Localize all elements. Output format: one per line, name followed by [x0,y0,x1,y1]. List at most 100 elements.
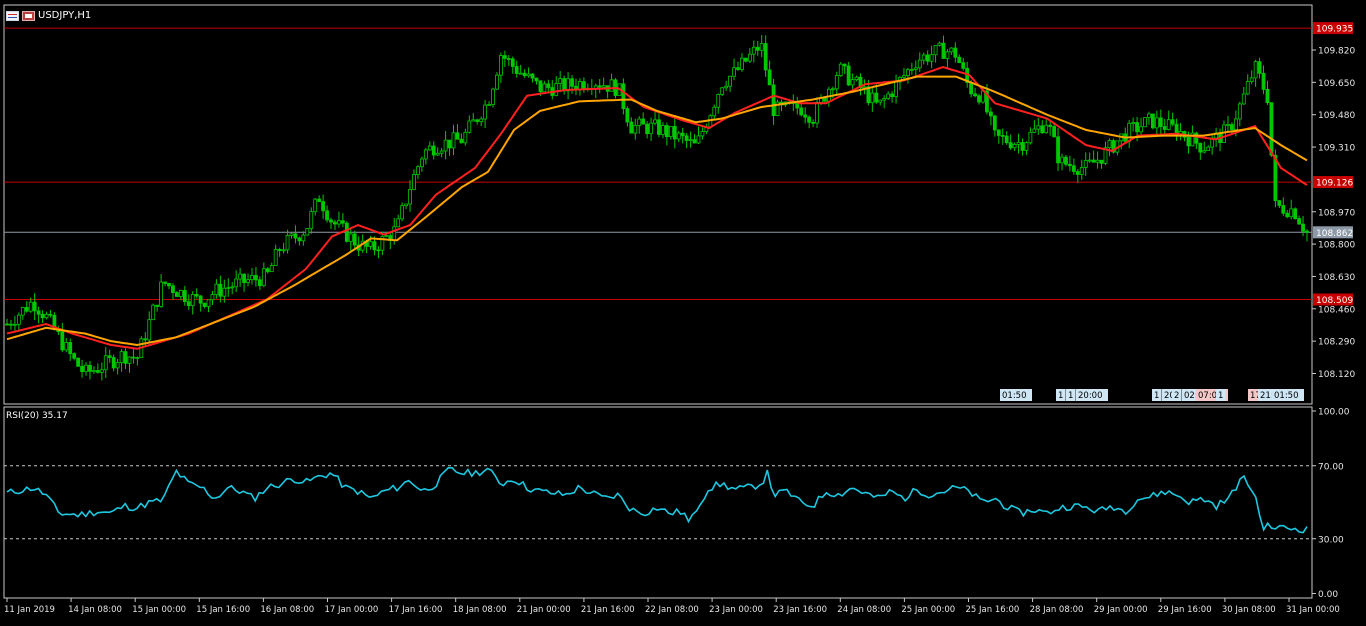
candle-body [24,307,29,312]
ma-fast-line [6,66,1308,350]
candle-body [834,75,839,90]
price-tick-label: 108.120 [1318,370,1355,380]
candle-body [238,273,243,280]
candle-body [1052,126,1057,138]
candle-body [1040,125,1045,134]
candle-body [803,114,808,118]
candle-body [171,285,175,294]
candle-body [214,283,219,295]
candle-body [400,205,405,220]
chart-canvas[interactable]: 109.820 109.650 109.480 109.310 108.970 108.8… [0,0,1366,622]
candle-body [807,116,812,123]
candle-body [597,85,602,88]
candle-body [878,99,883,103]
candle-body [230,286,235,289]
candle-body [526,73,531,77]
candle-body [337,220,341,225]
chart-icon[interactable] [22,10,35,21]
price-tick-label: 109.310 [1318,144,1355,154]
candle-body [696,135,701,144]
price-tick-label: 109.650 [1318,79,1355,89]
candle-body [1024,142,1029,151]
candle-body [1222,124,1226,143]
candle-body [510,58,515,67]
candle-body [902,75,906,78]
candle-body [455,132,460,140]
candle-body [538,80,543,93]
candle-body [313,198,318,213]
candle-body [36,310,41,315]
candle-body [751,46,756,55]
candle-body [629,121,634,134]
time-tag-text: 21: [1260,391,1274,401]
candle-body [412,174,416,190]
candle-body [1162,126,1167,130]
candle-body [1289,208,1294,218]
candle-body [206,299,211,307]
candle-body [1087,159,1092,162]
candle-body [190,293,195,307]
candle-body [909,69,914,71]
candle-body [273,249,278,266]
candle-body [28,301,33,312]
candle-body [333,221,337,225]
candle-body [257,279,262,287]
price-tick-label: 109.820 [1318,47,1355,57]
candle-body [747,53,752,62]
time-tag-text: 1 [1218,391,1223,401]
candle-body [672,125,677,140]
price-tick-label: 108.800 [1318,241,1355,251]
candle-body [933,44,938,56]
price-label-text: 108.862 [1316,229,1353,239]
time-tick-label: 30 Jan 08:00 [1222,605,1276,615]
chart-window[interactable]: 109.820 109.650 109.480 109.310 108.970 108.8… [0,0,1366,622]
candle-body [759,43,764,51]
candle-body [20,307,25,316]
candle-body [578,81,582,91]
candle-body [637,118,642,126]
candle-body [522,72,527,77]
candle-body [242,273,246,283]
candle-body [202,302,207,307]
candle-body [633,124,638,134]
candle-body [285,234,290,251]
candle-body [925,54,930,62]
candle-body [799,107,804,116]
candle-body [661,125,665,135]
price-label-text: 109.935 [1316,25,1353,35]
candle-body [344,222,349,242]
candle-body [115,362,120,369]
candle-body [1170,119,1175,125]
candle-body [419,158,424,168]
candle-body [175,292,179,297]
candle-body [700,131,705,137]
candle-body [1135,122,1139,133]
candle-body [123,351,128,364]
candle-body [340,220,345,224]
candle-body [1147,113,1151,118]
candle-body [1056,136,1060,164]
candle-body [76,357,81,367]
candle-body [1028,131,1033,144]
time-tag-text: 1 [1058,391,1063,401]
candle-body [514,66,519,74]
candle-body [384,235,389,237]
candle-body [609,79,614,92]
candle-body [1257,61,1262,74]
candle-body [483,104,488,120]
candle-body [664,125,669,138]
candle-body [392,226,397,241]
candle-body [668,125,673,138]
candle-body [1131,122,1136,124]
time-tag-text: 01:50 [1274,391,1299,401]
window-icon[interactable] [6,10,19,21]
candle-body [325,210,329,221]
candle-body [352,233,357,246]
candle-body [1293,208,1298,219]
candle-body [431,145,436,156]
candle-body [1285,212,1290,218]
candle-body [103,355,108,371]
candle-body [815,101,819,124]
candle-body [1261,72,1266,90]
candle-body [194,293,199,297]
